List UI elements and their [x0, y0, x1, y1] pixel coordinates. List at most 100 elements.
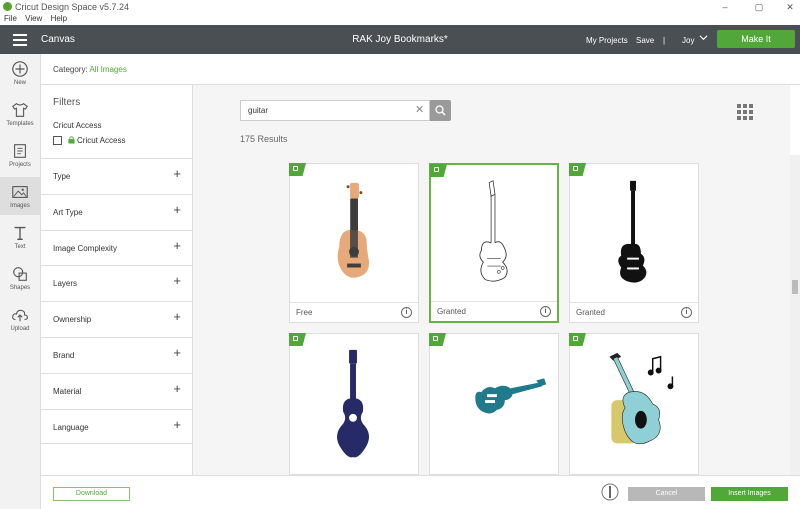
nav-new-label: New [13, 80, 26, 86]
results-scrollbar[interactable] [790, 155, 800, 475]
facet-label: Layers [53, 279, 78, 289]
facet-language[interactable]: Language + [41, 408, 193, 445]
app-header: Canvas RAK Joy Bookmarks* My Projects Sa… [0, 25, 800, 54]
facet-label: Image Complexity [53, 243, 118, 253]
facet-label: Material [53, 386, 82, 396]
card-status: Granted [576, 308, 605, 317]
facet-type[interactable]: Type + [41, 158, 193, 194]
download-button[interactable]: Download [53, 487, 130, 501]
results-count: 175 Results [240, 134, 288, 144]
info-icon[interactable]: i [401, 307, 412, 318]
material-icon[interactable] [601, 483, 619, 501]
expand-plus-icon[interactable]: + [173, 202, 181, 217]
image-card-bass-guitar[interactable]: Granted i [569, 163, 699, 323]
electric-guitar-sketch-art [479, 180, 508, 282]
menu-bar: File View Help [0, 13, 800, 25]
facet-label: Language [53, 422, 89, 432]
category-prefix: Category: [53, 65, 88, 74]
acoustic-guitar-navy-art [337, 349, 370, 458]
cancel-button[interactable]: Cancel [628, 487, 705, 501]
info-icon[interactable]: i [540, 306, 551, 317]
chevron-down-icon[interactable] [699, 33, 708, 44]
make-it-button[interactable]: Make It [717, 30, 795, 48]
search-input[interactable]: guitar ✕ [240, 100, 430, 121]
info-icon[interactable]: i [681, 307, 692, 318]
shirt-icon [12, 103, 28, 117]
filters-heading: Filters [53, 97, 81, 108]
image-card-acoustic-guitar[interactable] [289, 333, 419, 475]
facet-label: Ownership [53, 315, 92, 325]
card-status: Granted [437, 307, 466, 316]
lock-icon [68, 136, 75, 144]
image-card-electric-guitar-teal[interactable] [429, 333, 559, 475]
menu-help[interactable]: Help [51, 14, 67, 23]
expand-plus-icon[interactable]: + [173, 309, 181, 324]
text-icon [14, 226, 26, 240]
nav-templates[interactable]: Templates [0, 95, 40, 133]
nav-projects[interactable]: Projects [0, 136, 40, 174]
expand-plus-icon[interactable]: + [173, 381, 181, 396]
card-footer: Granted i [431, 301, 557, 321]
guitar-music-notes-art [609, 352, 674, 445]
nav-shapes[interactable]: Shapes [0, 259, 40, 297]
filters-panel: Filters Cricut Access Cricut Access Type… [41, 85, 193, 475]
minimize-button[interactable]: – [715, 0, 735, 14]
expand-plus-icon[interactable]: + [173, 273, 181, 288]
facet-ownership[interactable]: Ownership + [41, 301, 193, 337]
menu-view[interactable]: View [25, 14, 42, 23]
expand-plus-icon[interactable]: + [173, 345, 181, 360]
nav-text[interactable]: Text [0, 218, 40, 256]
grid-view-icon[interactable] [737, 104, 753, 120]
title-bar: Cricut Design Space v5.7.24 – ▢ ✕ [0, 0, 800, 14]
category-bar: Category: All Images [41, 54, 800, 85]
projects-icon [14, 144, 26, 158]
nav-projects-label: Projects [9, 162, 31, 168]
image-icon [12, 186, 28, 198]
clear-search-icon[interactable]: ✕ [415, 101, 424, 120]
insert-images-button[interactable]: Insert Images [711, 487, 788, 501]
expand-plus-icon[interactable]: + [173, 238, 181, 253]
search-query: guitar [248, 106, 269, 115]
nav-new[interactable]: New [0, 54, 40, 92]
facet-image-complexity[interactable]: Image Complexity + [41, 229, 193, 266]
bass-guitar-silhouette-art [618, 180, 647, 283]
card-status: Free [296, 308, 313, 317]
facet-art-type[interactable]: Art Type + [41, 193, 193, 230]
search-button[interactable] [430, 100, 451, 121]
cricut-access-checkbox-label: Cricut Access [77, 136, 126, 145]
nav-images[interactable]: Images [0, 177, 40, 215]
left-toolbar: New Templates Projects Images Text Shape… [0, 54, 41, 509]
menu-file[interactable]: File [4, 14, 17, 23]
my-projects-link[interactable]: My Projects [586, 36, 628, 45]
expand-plus-icon[interactable]: + [173, 166, 181, 181]
cloud-upload-icon [12, 309, 28, 322]
card-footer: Granted i [570, 302, 698, 322]
plus-circle-icon [12, 61, 28, 77]
cricut-access-title: Cricut Access [53, 121, 102, 130]
footer-bar: Download Cancel Insert Images [41, 475, 800, 509]
facet-label: Art Type [53, 207, 83, 217]
facet-material[interactable]: Material + [41, 372, 193, 409]
expand-plus-icon[interactable]: + [173, 417, 181, 432]
nav-upload-label: Upload [10, 326, 30, 332]
window-title: Cricut Design Space v5.7.24 [15, 2, 130, 12]
image-card-guitar-music-notes[interactable] [569, 333, 699, 475]
image-card-electric-guitar-sketch[interactable]: Granted i [429, 163, 559, 323]
category-link[interactable]: All Images [89, 65, 126, 74]
facet-list: Type + Art Type + Image Complexity + Layers… [41, 158, 193, 445]
card-footer: Free i [290, 302, 418, 322]
cricut-access-checkbox[interactable] [53, 136, 62, 145]
user-menu[interactable]: Joy [682, 36, 694, 45]
save-link[interactable]: Save [636, 36, 654, 45]
facet-brand[interactable]: Brand + [41, 336, 193, 373]
nav-upload[interactable]: Upload [0, 300, 40, 338]
cricut-logo-icon [3, 2, 12, 11]
scrollbar-thumb[interactable] [792, 280, 798, 294]
close-window-button[interactable]: ✕ [780, 0, 800, 14]
facet-layers[interactable]: Layers + [41, 265, 193, 301]
image-card-ukulele[interactable]: Free i [289, 163, 419, 323]
nav-text-label: Text [14, 244, 26, 250]
shapes-icon [13, 267, 27, 281]
maximize-button[interactable]: ▢ [749, 0, 769, 14]
project-title: RAK Joy Bookmarks* [352, 34, 448, 45]
